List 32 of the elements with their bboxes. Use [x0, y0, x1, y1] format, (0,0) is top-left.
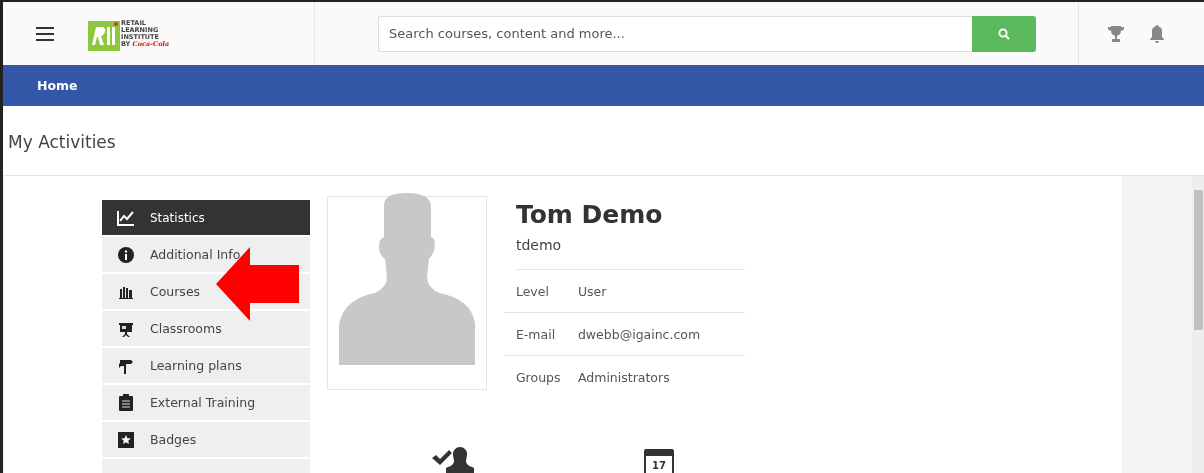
info-icon [116, 246, 135, 263]
calendar-icon: 17 [643, 449, 674, 473]
sidebar-item[interactable]: External Training [101, 385, 310, 420]
field-value: User [577, 283, 607, 299]
field-label: Groups [515, 369, 562, 385]
sidebar-item[interactable]: Additional Info [101, 237, 310, 272]
page-title: My Activities [8, 131, 116, 152]
field-label: E-mail [515, 326, 557, 342]
books-icon [116, 284, 135, 299]
menu-icon[interactable] [36, 26, 54, 41]
search-icon [998, 27, 1010, 40]
username: tdemo [515, 237, 745, 270]
signpost-icon [116, 357, 135, 374]
logo-icon [88, 20, 120, 51]
scrollbar[interactable] [1192, 176, 1204, 473]
clipboard-icon [116, 394, 135, 411]
chart-icon [116, 209, 135, 226]
star-badge-icon [116, 431, 135, 448]
field-value: dwebb@igainc.com [577, 326, 701, 342]
nav-link[interactable]: Home [37, 78, 78, 93]
bell-icon[interactable] [1148, 23, 1166, 44]
sidebar-item[interactable]: Badges [101, 422, 310, 457]
field-value: Administrators [577, 369, 670, 385]
trophy-icon[interactable] [1106, 23, 1126, 44]
search-field[interactable]: Search courses, content and more... [378, 15, 972, 52]
user-name: Tom Demo [515, 200, 664, 229]
presentation-board-icon [116, 320, 135, 337]
sidebar-item[interactable]: Learning plans [101, 348, 310, 383]
sidebar-item[interactable]: Statistics [101, 200, 310, 235]
field-label: Level [515, 283, 550, 299]
sidebar-item[interactable]: Classrooms [101, 311, 310, 346]
search-button[interactable] [972, 15, 1036, 52]
